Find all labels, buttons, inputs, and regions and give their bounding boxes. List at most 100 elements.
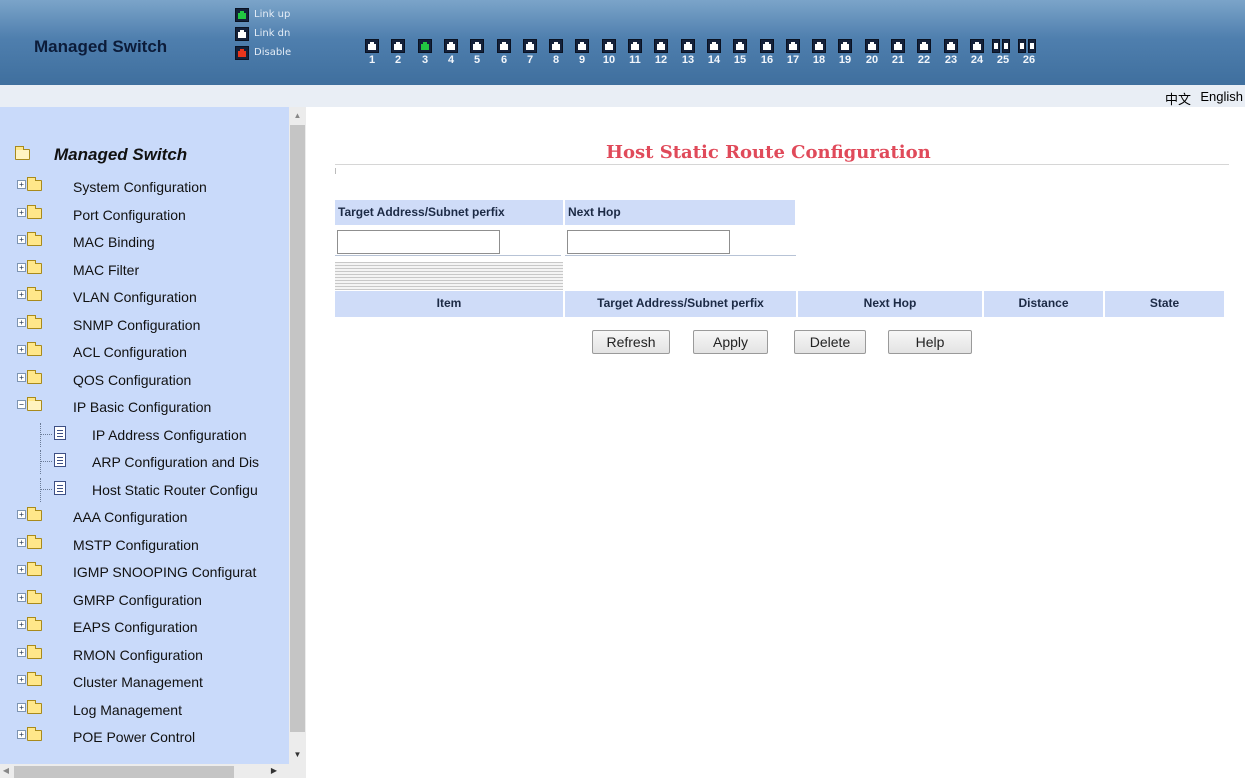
language-english-link[interactable]: English xyxy=(1200,89,1243,104)
sidebar-item-qos-configuration[interactable]: + QOS Configuration xyxy=(0,368,289,392)
port-12[interactable]: 12 xyxy=(650,39,672,66)
sidebar-item-vlan-configuration[interactable]: + VLAN Configuration xyxy=(0,285,289,309)
expand-icon[interactable]: + xyxy=(17,262,26,272)
sidebar-item-ip-basic-configuration[interactable]: − IP Basic Configuration xyxy=(0,395,289,419)
sidebar-item-gmrp-configuration[interactable]: + GMRP Configuration xyxy=(0,588,289,612)
language-chinese-link[interactable]: 中文 xyxy=(1165,89,1191,108)
expand-icon[interactable]: + xyxy=(17,510,26,519)
next-hop-input[interactable] xyxy=(567,230,730,254)
expand-icon[interactable]: + xyxy=(17,675,26,684)
expand-icon[interactable]: + xyxy=(17,647,26,657)
expand-icon[interactable]: + xyxy=(17,235,26,244)
sidebar-item-arp-configuration-and-dis[interactable]: ARP Configuration and Dis xyxy=(0,450,289,474)
port-17[interactable]: 17 xyxy=(782,39,804,66)
sidebar-item-poe-power-control[interactable]: + POE Power Control xyxy=(0,725,289,749)
expand-icon[interactable]: + xyxy=(17,180,26,189)
scroll-right-arrow-icon[interactable]: ▶ xyxy=(268,764,280,778)
tree-root-title[interactable]: Managed Switch xyxy=(54,145,187,165)
sidebar-item-ip-address-configuration[interactable]: IP Address Configuration xyxy=(0,422,289,447)
sidebar-item-label: MAC Binding xyxy=(73,234,155,250)
sidebar-item-label: POE Power Control xyxy=(73,729,196,745)
port-number: 16 xyxy=(760,54,774,66)
expand-icon[interactable]: + xyxy=(17,620,26,629)
ethernet-port-icon xyxy=(944,39,958,53)
port-9[interactable]: 9 xyxy=(571,39,593,66)
port-23[interactable]: 23 xyxy=(940,39,962,66)
expand-icon[interactable]: + xyxy=(17,592,26,602)
port-21[interactable]: 21 xyxy=(887,39,909,66)
port-number: 6 xyxy=(500,54,508,66)
expand-icon[interactable]: + xyxy=(17,290,26,299)
collapse-icon[interactable]: − xyxy=(17,400,26,409)
port-14[interactable]: 14 xyxy=(703,39,725,66)
language-bar: 中文 English xyxy=(0,85,1245,108)
ethernet-port-icon xyxy=(760,39,774,53)
sidebar-item-snmp-configuration[interactable]: + SNMP Configuration xyxy=(0,313,289,337)
sidebar-item-label: Host Static Router Configu xyxy=(92,481,258,498)
port-20[interactable]: 20 xyxy=(861,39,883,66)
port-6[interactable]: 6 xyxy=(493,39,515,66)
tree-branch-line xyxy=(40,477,41,502)
port-number: 15 xyxy=(733,54,747,66)
port-number: 12 xyxy=(654,54,668,66)
sidebar-item-mac-binding[interactable]: + MAC Binding xyxy=(0,230,289,254)
sidebar-item-host-static-router-configu[interactable]: Host Static Router Configu xyxy=(0,477,289,502)
port-number: 22 xyxy=(917,54,931,66)
fiber-port-icon xyxy=(992,39,1014,53)
sidebar-item-log-management[interactable]: + Log Management xyxy=(0,698,289,722)
expand-icon[interactable]: + xyxy=(17,207,26,217)
apply-button[interactable]: Apply xyxy=(693,330,768,354)
sidebar-vertical-scrollbar[interactable]: ▲ ▼ xyxy=(289,107,306,764)
top-banner: Managed Switch Link up Link dn Disable 1… xyxy=(0,0,1245,85)
folder-icon xyxy=(27,672,42,686)
sidebar-item-eaps-configuration[interactable]: + EAPS Configuration xyxy=(0,615,289,639)
expand-icon[interactable]: + xyxy=(17,372,26,382)
sidebar-item-cluster-management[interactable]: + Cluster Management xyxy=(0,670,289,694)
port-13[interactable]: 13 xyxy=(677,39,699,66)
sidebar-horizontal-scrollbar[interactable]: ◀ ▶ xyxy=(0,764,306,778)
port-24[interactable]: 24 xyxy=(966,39,988,66)
scrollbar-thumb[interactable] xyxy=(290,125,305,732)
port-18[interactable]: 18 xyxy=(808,39,830,66)
scroll-down-arrow-icon[interactable]: ▼ xyxy=(289,746,306,764)
port-22[interactable]: 22 xyxy=(913,39,935,66)
sidebar-item-system-configuration[interactable]: + System Configuration xyxy=(0,175,289,199)
expand-icon[interactable]: + xyxy=(17,345,26,354)
port-11[interactable]: 11 xyxy=(624,39,646,66)
expand-icon[interactable]: + xyxy=(17,565,26,574)
scrollbar-thumb[interactable] xyxy=(14,766,234,778)
port-26[interactable]: 26 xyxy=(1018,39,1040,66)
port-5[interactable]: 5 xyxy=(466,39,488,66)
port-8[interactable]: 8 xyxy=(545,39,567,66)
sidebar-item-aaa-configuration[interactable]: + AAA Configuration xyxy=(0,505,289,529)
column-header-target-address: Target Address/Subnet perfix xyxy=(565,291,797,317)
port-25[interactable]: 25 xyxy=(992,39,1014,66)
scroll-up-arrow-icon[interactable]: ▲ xyxy=(289,107,306,125)
sidebar-item-rmon-configuration[interactable]: + RMON Configuration xyxy=(0,643,289,667)
port-16[interactable]: 16 xyxy=(756,39,778,66)
expand-icon[interactable]: + xyxy=(17,317,26,327)
target-address-input[interactable] xyxy=(337,230,500,254)
port-19[interactable]: 19 xyxy=(834,39,856,66)
port-3[interactable]: 3 xyxy=(414,39,436,66)
sidebar-item-port-configuration[interactable]: + Port Configuration xyxy=(0,203,289,227)
sidebar-item-mstp-configuration[interactable]: + MSTP Configuration xyxy=(0,533,289,557)
port-1[interactable]: 1 xyxy=(361,39,383,66)
refresh-button[interactable]: Refresh xyxy=(592,330,670,354)
folder-icon xyxy=(27,369,42,384)
document-icon xyxy=(54,425,66,440)
expand-icon[interactable]: + xyxy=(17,730,26,739)
help-button[interactable]: Help xyxy=(888,330,972,354)
sidebar-item-acl-configuration[interactable]: + ACL Configuration xyxy=(0,340,289,364)
sidebar-item-mac-filter[interactable]: + MAC Filter xyxy=(0,258,289,282)
scroll-left-arrow-icon[interactable]: ◀ xyxy=(0,764,12,778)
port-7[interactable]: 7 xyxy=(519,39,541,66)
port-15[interactable]: 15 xyxy=(729,39,751,66)
port-2[interactable]: 2 xyxy=(387,39,409,66)
expand-icon[interactable]: + xyxy=(17,537,26,547)
delete-button[interactable]: Delete xyxy=(794,330,866,354)
port-4[interactable]: 4 xyxy=(440,39,462,66)
expand-icon[interactable]: + xyxy=(17,702,26,712)
sidebar-item-igmp-snooping-configurat[interactable]: + IGMP SNOOPING Configurat xyxy=(0,560,289,584)
port-10[interactable]: 10 xyxy=(598,39,620,66)
